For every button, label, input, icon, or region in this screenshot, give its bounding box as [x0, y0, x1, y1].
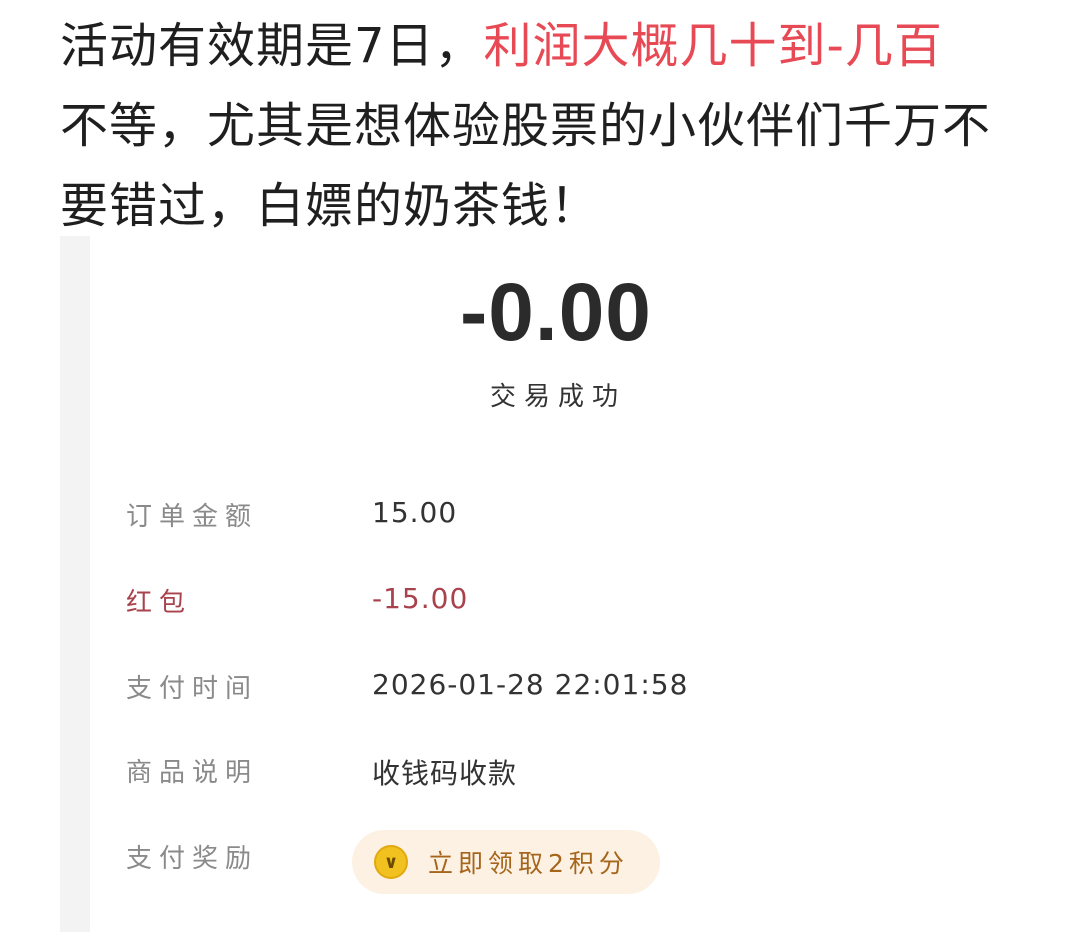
screenshot-edge: [60, 236, 90, 932]
product-description-label: 商品说明: [126, 758, 259, 788]
order-amount-label: 订单金额: [126, 502, 259, 532]
article-line-2: 不等，尤其是想体验股票的小伙伴们千万不: [60, 98, 992, 154]
article-text: 活动有效期是7日，: [60, 18, 484, 74]
red-packet-value: -15.00: [372, 582, 469, 615]
claim-points-label: 立即领取2积分: [428, 849, 629, 878]
payment-reward-label: 支付奖励: [126, 844, 259, 874]
product-description-value: 收钱码收款: [372, 757, 518, 790]
payment-amount: -0.00: [460, 267, 652, 358]
red-packet-label: 红包: [126, 588, 193, 618]
article-line-3: 要错过，白嫖的奶茶钱！: [60, 178, 600, 234]
claim-points-button[interactable]: ∨ 立即领取2积分: [352, 830, 660, 894]
article-paragraph: 活动有效期是7日，利润大概几十到-几百 不等，尤其是想体验股票的小伙伴们千万不 …: [60, 6, 1060, 246]
payment-time-value: 2026-01-28 22:01:58: [372, 668, 689, 701]
payment-time-label: 支付时间: [126, 674, 259, 704]
page: 活动有效期是7日，利润大概几十到-几百 不等，尤其是想体验股票的小伙伴们千万不 …: [0, 0, 1080, 932]
article-line-1: 活动有效期是7日，利润大概几十到-几百: [60, 6, 1060, 86]
coin-icon: ∨: [374, 845, 408, 879]
payment-receipt-screenshot: -0.00 交易成功 订单金额 15.00 红包 -15.00 支付时间 202…: [60, 236, 1080, 932]
transaction-status: 交易成功: [490, 382, 627, 412]
article-highlight: 利润大概几十到-几百: [483, 18, 943, 74]
order-amount-value: 15.00: [372, 496, 458, 529]
